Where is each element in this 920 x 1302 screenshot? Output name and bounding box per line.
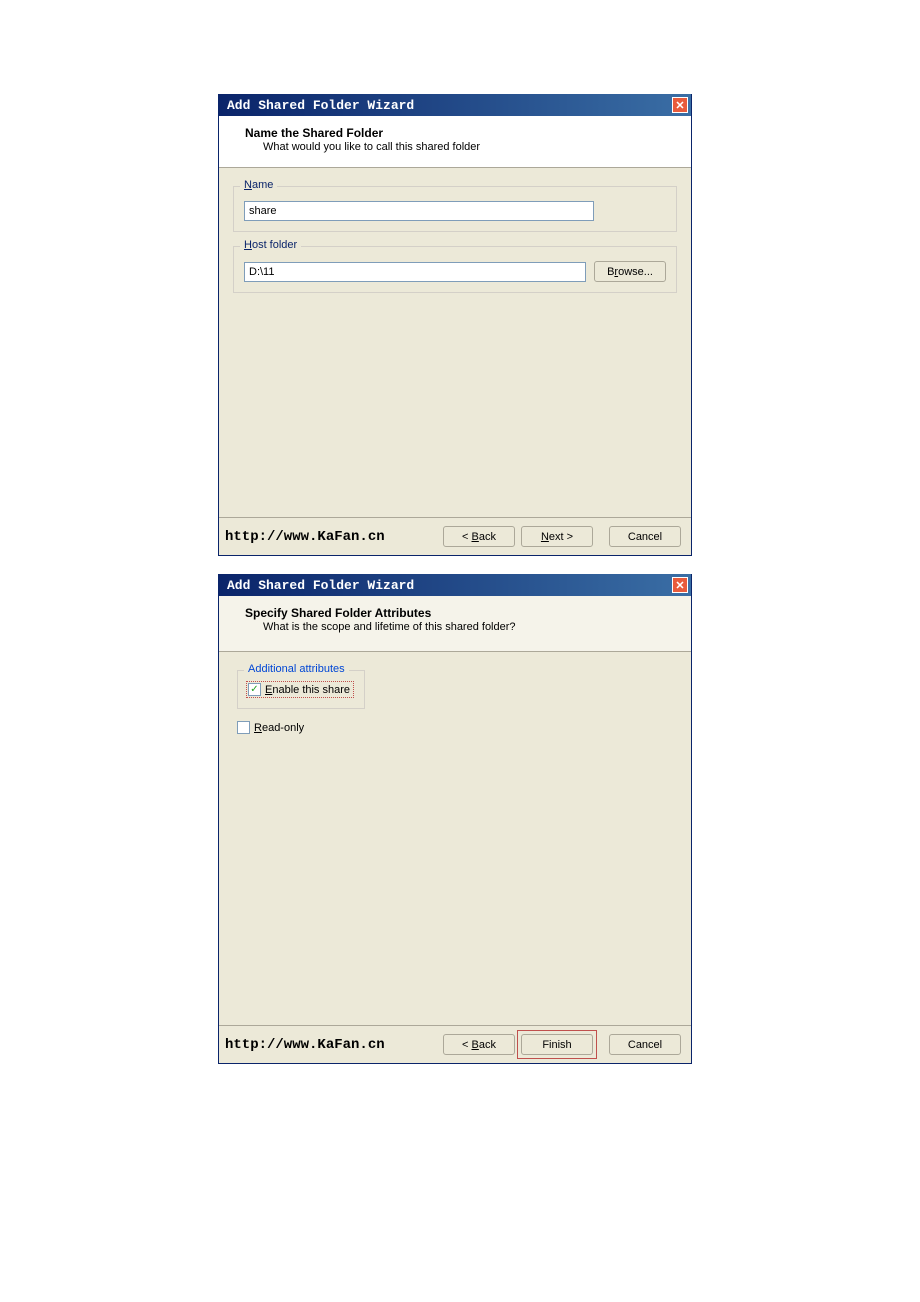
next-button[interactable]: Next > (521, 526, 593, 547)
footer-area: http://www.KaFan.cn < Back Next > Cancel (219, 517, 691, 555)
name-label: Name (240, 179, 277, 191)
readonly-checkbox[interactable] (237, 721, 250, 734)
footer-url: http://www.KaFan.cn (225, 529, 385, 545)
finish-highlight: Finish (521, 1034, 593, 1055)
host-fieldset: Host folder Browse... (233, 246, 677, 293)
readonly-row: Read-only (237, 721, 677, 734)
back-button[interactable]: < Back (443, 526, 515, 547)
footer-url: http://www.KaFan.cn (225, 1037, 385, 1053)
footer-area: http://www.KaFan.cn < Back Finish Cancel (219, 1025, 691, 1063)
content-area: Name Host folder Browse... (219, 168, 691, 317)
cancel-button[interactable]: Cancel (609, 526, 681, 547)
wizard-dialog-attrs: Add Shared Folder Wizard ✕ Specify Share… (218, 574, 692, 1064)
close-icon[interactable]: ✕ (672, 97, 688, 113)
header-area: Specify Shared Folder Attributes What is… (219, 596, 691, 652)
enable-share-row: ✓ Enable this share (246, 681, 354, 698)
header-subtitle: What is the scope and lifetime of this s… (245, 621, 677, 633)
header-area: Name the Shared Folder What would you li… (219, 116, 691, 168)
title-text: Add Shared Folder Wizard (227, 98, 414, 113)
finish-button[interactable]: Finish (521, 1034, 593, 1055)
titlebar: Add Shared Folder Wizard ✕ (219, 574, 691, 596)
browse-button[interactable]: Browse... (594, 261, 666, 282)
name-fieldset: Name (233, 186, 677, 232)
wizard-dialog-name: Add Shared Folder Wizard ✕ Name the Shar… (218, 94, 692, 556)
back-button[interactable]: < Back (443, 1034, 515, 1055)
footer-buttons: < Back Next > Cancel (443, 526, 681, 547)
name-input[interactable] (244, 201, 594, 221)
host-folder-input[interactable] (244, 262, 586, 282)
enable-share-checkbox[interactable]: ✓ (248, 683, 261, 696)
header-title: Name the Shared Folder (245, 126, 677, 140)
enable-share-label: Enable this share (265, 684, 350, 696)
content-area: Additional attributes ✓ Enable this shar… (219, 652, 691, 746)
readonly-label: Read-only (254, 722, 304, 734)
attributes-fieldset: Additional attributes ✓ Enable this shar… (237, 670, 365, 709)
cancel-button[interactable]: Cancel (609, 1034, 681, 1055)
header-subtitle: What would you like to call this shared … (245, 141, 677, 153)
close-icon[interactable]: ✕ (672, 577, 688, 593)
footer-buttons: < Back Finish Cancel (443, 1034, 681, 1055)
title-text: Add Shared Folder Wizard (227, 578, 414, 593)
host-row: Browse... (244, 261, 666, 282)
attributes-label: Additional attributes (244, 663, 349, 675)
titlebar: Add Shared Folder Wizard ✕ (219, 94, 691, 116)
header-title: Specify Shared Folder Attributes (245, 606, 677, 620)
host-label: Host folder (240, 239, 301, 251)
